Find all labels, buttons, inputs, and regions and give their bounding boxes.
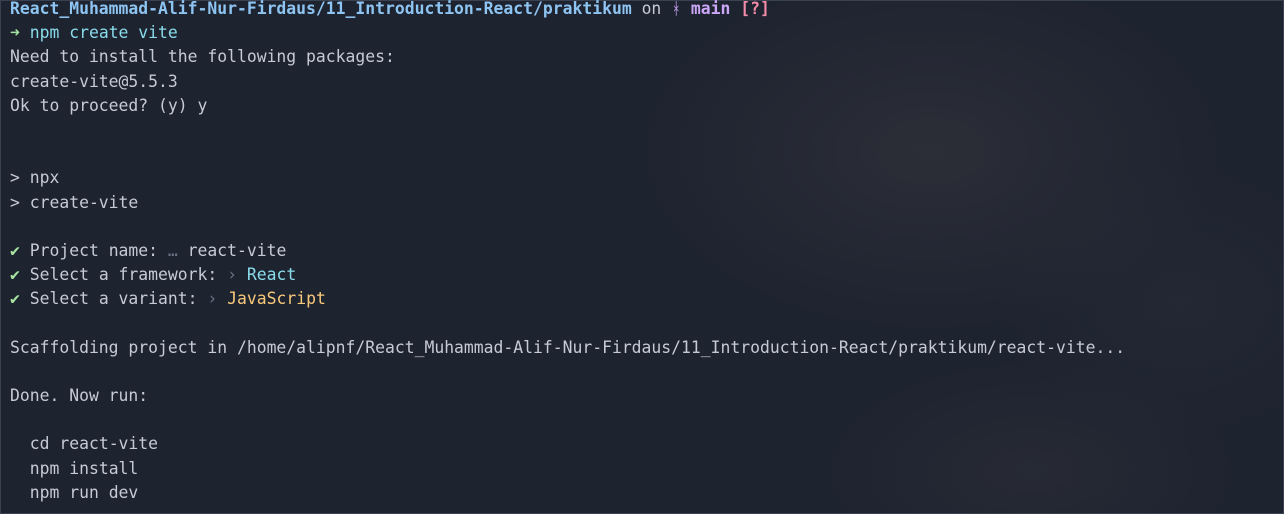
check-icon: ✔ <box>10 240 20 260</box>
chevron-right-icon: › <box>207 289 218 309</box>
terminal-window[interactable]: React_Muhammad-Alif-Nur-Firdaus/11_Intro… <box>0 0 1284 514</box>
chevron-right-icon: › <box>227 265 237 285</box>
command-line: ➜ npm create vite <box>10 21 1125 45</box>
git-status: [?] <box>740 0 770 18</box>
install-line-3: Ok to proceed? (y) y <box>10 95 208 115</box>
prompt-path: React_Muhammad-Alif-Nur-Firdaus/11_Intro… <box>10 0 632 18</box>
scaffold-line: Scaffolding project in /home/alipnf/Reac… <box>10 337 1126 357</box>
answer-value: React <box>246 265 297 285</box>
terminal-output: React_Muhammad-Alif-Nur-Firdaus/11_Intro… <box>10 0 1125 505</box>
next-step-line: cd react-vite <box>10 432 1125 456</box>
answer-project-name: ✔ Project name: … react-vite <box>10 239 1125 263</box>
install-line-1: Need to install the following packages: <box>10 47 395 67</box>
prompt-arrow-icon: ➜ <box>10 23 20 43</box>
next-step-line: npm run dev <box>10 481 1125 505</box>
next-step-command: npm run dev <box>29 482 139 502</box>
done-line: Done. Now run: <box>10 386 149 405</box>
check-icon: ✔ <box>10 265 20 285</box>
answer-value: react-vite <box>187 240 287 260</box>
npx-line-1: > npx <box>10 168 60 188</box>
answer-variant: ✔ Select a variant: › JavaScript <box>10 287 1125 311</box>
install-line-2: create-vite@5.5.3 <box>10 71 178 91</box>
npx-line-2: > create-vite <box>10 192 139 212</box>
next-step-command: cd react-vite <box>29 434 159 454</box>
next-step-line: npm install <box>10 457 1125 481</box>
command-text: npm create vite <box>29 23 178 43</box>
next-step-command: npm install <box>29 458 139 478</box>
answer-label: Select a framework: <box>29 265 218 285</box>
git-branch: main <box>690 0 731 18</box>
git-branch-icon: ᚼ <box>671 0 682 18</box>
answer-framework: ✔ Select a framework: › React <box>10 263 1125 287</box>
answer-label: Project name: <box>29 240 159 260</box>
prompt-line: React_Muhammad-Alif-Nur-Firdaus/11_Intro… <box>10 0 1125 21</box>
answer-value: JavaScript <box>227 289 326 309</box>
ellipsis-icon: … <box>167 240 178 260</box>
prompt-on: on <box>641 0 662 18</box>
check-icon: ✔ <box>10 289 20 309</box>
answer-label: Select a variant: <box>29 289 198 309</box>
